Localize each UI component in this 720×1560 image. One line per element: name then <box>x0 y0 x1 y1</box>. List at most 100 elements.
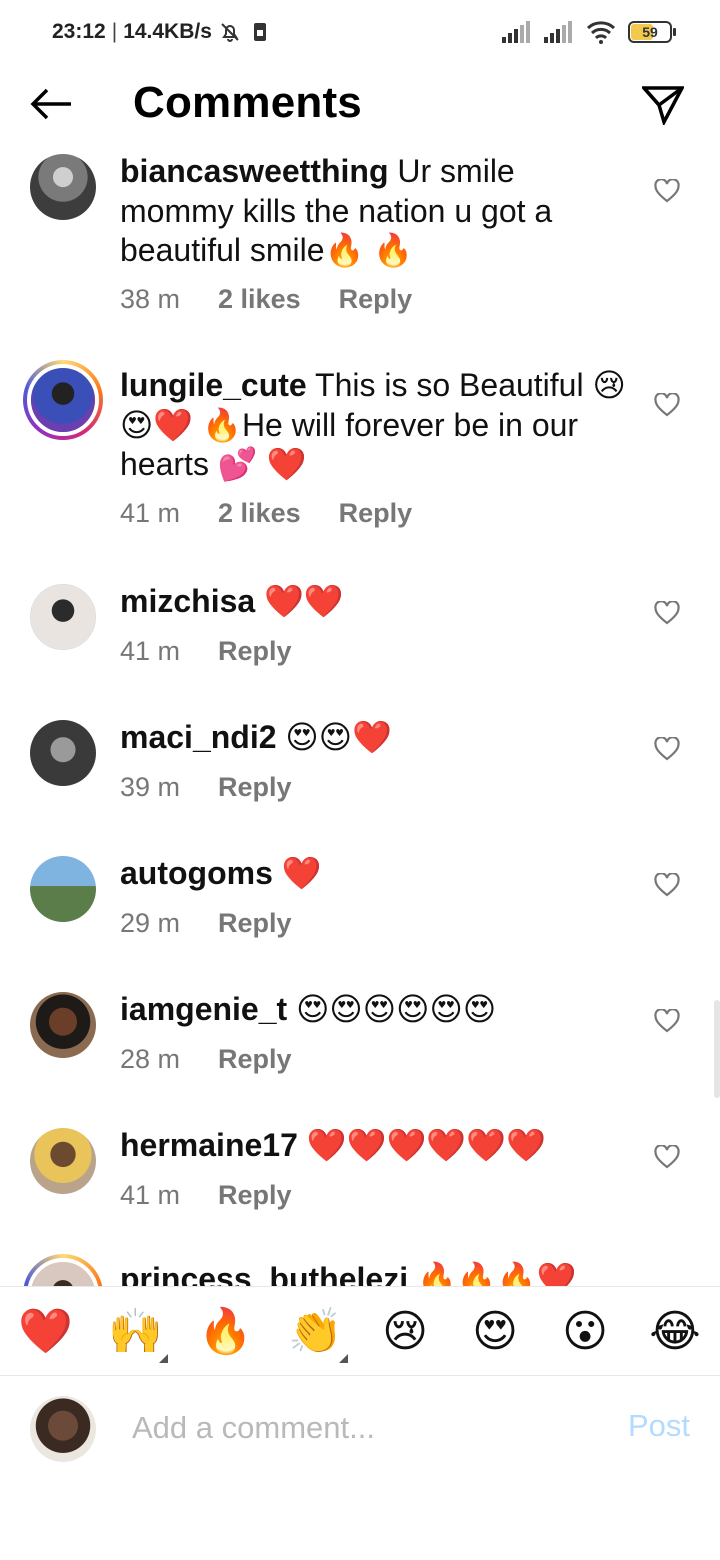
comment-time: 38 m <box>120 284 181 314</box>
like-button[interactable] <box>652 734 682 764</box>
comment-text: autogoms ❤️ <box>120 854 630 894</box>
comment-message: 😍😍❤️ <box>285 719 392 755</box>
avatar-story-ring[interactable] <box>23 1254 103 1286</box>
comment-message: ❤️❤️❤️❤️❤️❤️ <box>306 1127 546 1163</box>
my-avatar <box>30 1396 96 1462</box>
reply-button[interactable]: Reply <box>218 636 292 667</box>
like-button[interactable] <box>652 870 682 900</box>
like-button[interactable] <box>652 598 682 628</box>
comment-item: princess_buthelezi 🔥🔥🔥❤️ <box>0 1254 720 1286</box>
like-button[interactable] <box>652 176 682 206</box>
clock: 23:12 <box>52 20 106 43</box>
post-button[interactable]: Post <box>628 1408 690 1444</box>
avatar[interactable] <box>30 720 96 786</box>
reaction-tears-of-joy-emoji[interactable]: 😂 <box>648 1305 702 1359</box>
comment-username[interactable]: autogoms <box>120 855 273 891</box>
like-button[interactable] <box>652 390 682 420</box>
mute-icon <box>221 23 239 42</box>
avatar[interactable] <box>30 584 96 650</box>
heart-outline-icon <box>654 601 680 625</box>
heart-outline-icon <box>654 737 680 761</box>
signal-icon <box>544 21 572 43</box>
comment-item: maci_ndi2 😍😍❤️ 39 m Reply <box>0 718 720 838</box>
avatar[interactable] <box>30 992 96 1058</box>
network-speed: 14.4KB/s <box>123 20 212 43</box>
reaction-surprised-face-emoji[interactable]: 😮 <box>558 1305 612 1359</box>
comment-text: mizchisa ❤️❤️ <box>120 582 630 622</box>
comment-item: iamgenie_t 😍😍😍😍😍😍 28 m Reply <box>0 990 720 1110</box>
reply-button[interactable]: Reply <box>339 284 413 315</box>
comment-likes[interactable]: 2 likes <box>218 284 301 315</box>
battery-percent: 59 <box>642 24 658 40</box>
back-button[interactable] <box>26 82 76 126</box>
avatar[interactable] <box>30 154 96 220</box>
status-left: 23:12 | 14.4KB/s <box>52 20 272 44</box>
comment-username[interactable]: mizchisa <box>120 583 255 619</box>
reaction-red-heart-emoji[interactable]: ❤️ <box>18 1305 73 1359</box>
comment-meta: 41 m 2 likes Reply <box>120 498 412 529</box>
comment-meta: 38 m 2 likes Reply <box>120 284 412 315</box>
comment-username[interactable]: iamgenie_t <box>120 991 287 1027</box>
comment-time: 29 m <box>120 908 181 938</box>
sim-icon <box>253 23 266 41</box>
arrow-left-icon <box>30 88 71 120</box>
like-button[interactable] <box>652 1142 682 1172</box>
comment-meta: 28 m Reply <box>120 1044 292 1075</box>
comment-username[interactable]: lungile_cute <box>120 367 307 403</box>
comment-meta: 41 m Reply <box>120 1180 292 1211</box>
comments-list[interactable]: biancasweetthing Ur smile mommy kills th… <box>0 144 720 1286</box>
reaction-clapping-hands-emoji[interactable]: 👏 <box>288 1305 348 1363</box>
reply-button[interactable]: Reply <box>339 498 413 529</box>
comment-username[interactable]: biancasweetthing <box>120 153 389 189</box>
status-right: 59 <box>502 20 676 44</box>
header: Comments <box>0 64 720 144</box>
comment-time: 28 m <box>120 1044 181 1074</box>
comment-text: hermaine17 ❤️❤️❤️❤️❤️❤️ <box>120 1126 630 1166</box>
heart-outline-icon <box>654 1145 680 1169</box>
signal-icon <box>502 21 530 43</box>
wifi-icon <box>586 21 616 44</box>
avatar-story-ring[interactable] <box>23 360 103 440</box>
avatar[interactable] <box>30 856 96 922</box>
reaction-crying-face-emoji[interactable]: 😢 <box>378 1305 432 1359</box>
comment-message: ❤️ <box>281 855 322 891</box>
reply-button[interactable]: Reply <box>218 1180 292 1211</box>
reaction-fire-emoji[interactable]: 🔥 <box>198 1305 253 1359</box>
heart-outline-icon <box>654 393 680 417</box>
comment-text: iamgenie_t 😍😍😍😍😍😍 <box>120 990 630 1030</box>
comment-text: lungile_cute This is so Beautiful 😢😍❤️ 🔥… <box>120 366 630 485</box>
heart-outline-icon <box>654 179 680 203</box>
scrollbar[interactable] <box>714 1000 720 1098</box>
reply-button[interactable]: Reply <box>218 908 292 939</box>
comment-meta: 29 m Reply <box>120 908 292 939</box>
comment-username[interactable]: princess_buthelezi <box>120 1261 408 1286</box>
comment-time: 41 m <box>120 1180 181 1210</box>
reply-button[interactable]: Reply <box>218 1044 292 1075</box>
quick-reactions-bar: ❤️ 🙌 🔥 👏 😢 😍 😮 😂 <box>0 1286 720 1376</box>
like-button[interactable] <box>652 1006 682 1036</box>
comment-username[interactable]: hermaine17 <box>120 1127 298 1163</box>
reaction-heart-eyes-emoji[interactable]: 😍 <box>468 1305 522 1359</box>
comment-time: 41 m <box>120 498 181 528</box>
comment-text: biancasweetthing Ur smile mommy kills th… <box>120 152 630 271</box>
comment-likes[interactable]: 2 likes <box>218 498 301 529</box>
comment-item: autogoms ❤️ 29 m Reply <box>0 854 720 974</box>
comment-message: ❤️❤️ <box>264 583 344 619</box>
status-bar: 23:12 | 14.4KB/s 59 <box>0 0 720 64</box>
reaction-raising-hands-emoji[interactable]: 🙌 <box>108 1305 168 1363</box>
battery-icon: 59 <box>628 21 676 43</box>
share-button[interactable] <box>638 80 688 130</box>
avatar[interactable] <box>30 1128 96 1194</box>
comment-meta: 41 m Reply <box>120 636 292 667</box>
paper-plane-icon <box>642 86 684 125</box>
comment-time: 41 m <box>120 636 181 666</box>
comment-composer: Post <box>0 1376 720 1486</box>
comment-username[interactable]: maci_ndi2 <box>120 719 277 755</box>
comment-item: lungile_cute This is so Beautiful 😢😍❤️ 🔥… <box>0 360 720 566</box>
comment-item: mizchisa ❤️❤️ 41 m Reply <box>0 582 720 702</box>
comment-input[interactable] <box>132 1404 572 1452</box>
comment-meta: 39 m Reply <box>120 772 292 803</box>
heart-outline-icon <box>654 1009 680 1033</box>
comment-message: 🔥🔥🔥❤️ <box>416 1261 577 1286</box>
reply-button[interactable]: Reply <box>218 772 292 803</box>
